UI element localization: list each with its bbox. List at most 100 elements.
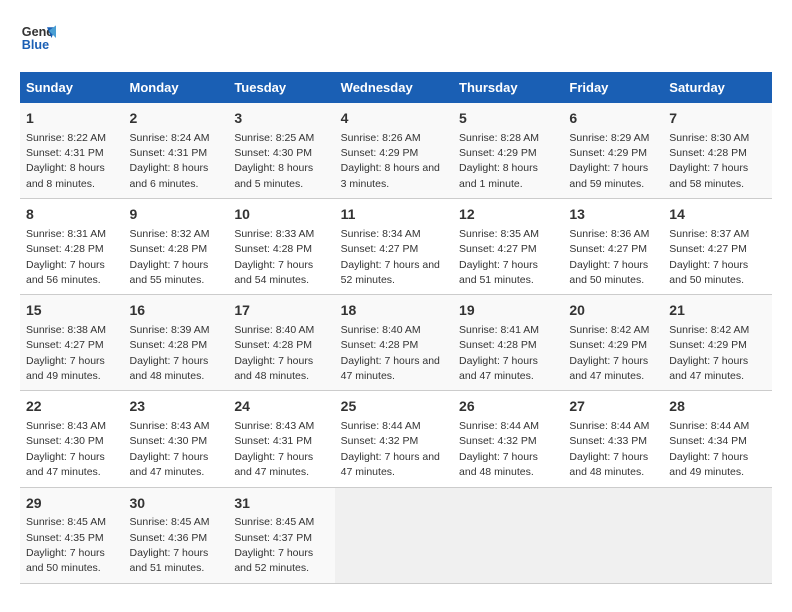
calendar-cell: 5 Sunrise: 8:28 AMSunset: 4:29 PMDayligh… [453, 103, 563, 199]
calendar-cell: 26 Sunrise: 8:44 AMSunset: 4:32 PMDaylig… [453, 391, 563, 487]
day-info: Sunrise: 8:42 AMSunset: 4:29 PMDaylight:… [669, 324, 749, 382]
svg-text:Blue: Blue [22, 38, 49, 52]
calendar-week-row: 22 Sunrise: 8:43 AMSunset: 4:30 PMDaylig… [20, 391, 772, 487]
day-number: 23 [130, 397, 223, 417]
day-number: 28 [669, 397, 766, 417]
day-number: 18 [341, 301, 447, 321]
day-info: Sunrise: 8:38 AMSunset: 4:27 PMDaylight:… [26, 324, 106, 382]
header-tuesday: Tuesday [228, 72, 334, 103]
day-number: 27 [569, 397, 657, 417]
calendar-cell: 2 Sunrise: 8:24 AMSunset: 4:31 PMDayligh… [124, 103, 229, 199]
calendar-cell: 23 Sunrise: 8:43 AMSunset: 4:30 PMDaylig… [124, 391, 229, 487]
calendar-cell [453, 487, 563, 583]
day-info: Sunrise: 8:40 AMSunset: 4:28 PMDaylight:… [341, 324, 440, 382]
calendar-cell: 12 Sunrise: 8:35 AMSunset: 4:27 PMDaylig… [453, 199, 563, 295]
day-info: Sunrise: 8:44 AMSunset: 4:32 PMDaylight:… [459, 420, 539, 478]
day-number: 20 [569, 301, 657, 321]
day-number: 19 [459, 301, 557, 321]
calendar-cell: 29 Sunrise: 8:45 AMSunset: 4:35 PMDaylig… [20, 487, 124, 583]
calendar-cell: 4 Sunrise: 8:26 AMSunset: 4:29 PMDayligh… [335, 103, 453, 199]
day-number: 3 [234, 109, 328, 129]
header-friday: Friday [563, 72, 663, 103]
day-info: Sunrise: 8:43 AMSunset: 4:30 PMDaylight:… [130, 420, 210, 478]
calendar-cell: 18 Sunrise: 8:40 AMSunset: 4:28 PMDaylig… [335, 295, 453, 391]
calendar-cell: 15 Sunrise: 8:38 AMSunset: 4:27 PMDaylig… [20, 295, 124, 391]
day-info: Sunrise: 8:34 AMSunset: 4:27 PMDaylight:… [341, 228, 440, 286]
day-info: Sunrise: 8:30 AMSunset: 4:28 PMDaylight:… [669, 132, 749, 190]
day-number: 16 [130, 301, 223, 321]
day-info: Sunrise: 8:25 AMSunset: 4:30 PMDaylight:… [234, 132, 314, 190]
day-number: 26 [459, 397, 557, 417]
calendar-cell: 16 Sunrise: 8:39 AMSunset: 4:28 PMDaylig… [124, 295, 229, 391]
day-info: Sunrise: 8:36 AMSunset: 4:27 PMDaylight:… [569, 228, 649, 286]
calendar-cell: 19 Sunrise: 8:41 AMSunset: 4:28 PMDaylig… [453, 295, 563, 391]
day-info: Sunrise: 8:39 AMSunset: 4:28 PMDaylight:… [130, 324, 210, 382]
day-info: Sunrise: 8:45 AMSunset: 4:37 PMDaylight:… [234, 516, 314, 574]
day-number: 14 [669, 205, 766, 225]
day-info: Sunrise: 8:33 AMSunset: 4:28 PMDaylight:… [234, 228, 314, 286]
day-info: Sunrise: 8:31 AMSunset: 4:28 PMDaylight:… [26, 228, 106, 286]
day-number: 2 [130, 109, 223, 129]
calendar-cell: 11 Sunrise: 8:34 AMSunset: 4:27 PMDaylig… [335, 199, 453, 295]
calendar-week-row: 15 Sunrise: 8:38 AMSunset: 4:27 PMDaylig… [20, 295, 772, 391]
day-number: 29 [26, 494, 118, 514]
calendar-cell: 21 Sunrise: 8:42 AMSunset: 4:29 PMDaylig… [663, 295, 772, 391]
day-info: Sunrise: 8:44 AMSunset: 4:32 PMDaylight:… [341, 420, 440, 478]
day-info: Sunrise: 8:35 AMSunset: 4:27 PMDaylight:… [459, 228, 539, 286]
header-wednesday: Wednesday [335, 72, 453, 103]
calendar-cell: 1 Sunrise: 8:22 AMSunset: 4:31 PMDayligh… [20, 103, 124, 199]
header-sunday: Sunday [20, 72, 124, 103]
day-info: Sunrise: 8:32 AMSunset: 4:28 PMDaylight:… [130, 228, 210, 286]
day-info: Sunrise: 8:43 AMSunset: 4:30 PMDaylight:… [26, 420, 106, 478]
calendar-cell: 24 Sunrise: 8:43 AMSunset: 4:31 PMDaylig… [228, 391, 334, 487]
calendar-cell: 22 Sunrise: 8:43 AMSunset: 4:30 PMDaylig… [20, 391, 124, 487]
day-number: 17 [234, 301, 328, 321]
day-info: Sunrise: 8:24 AMSunset: 4:31 PMDaylight:… [130, 132, 210, 190]
day-info: Sunrise: 8:26 AMSunset: 4:29 PMDaylight:… [341, 132, 440, 190]
day-number: 8 [26, 205, 118, 225]
day-number: 6 [569, 109, 657, 129]
calendar-cell: 8 Sunrise: 8:31 AMSunset: 4:28 PMDayligh… [20, 199, 124, 295]
calendar-cell: 30 Sunrise: 8:45 AMSunset: 4:36 PMDaylig… [124, 487, 229, 583]
calendar-cell: 14 Sunrise: 8:37 AMSunset: 4:27 PMDaylig… [663, 199, 772, 295]
calendar-cell: 27 Sunrise: 8:44 AMSunset: 4:33 PMDaylig… [563, 391, 663, 487]
calendar-cell: 13 Sunrise: 8:36 AMSunset: 4:27 PMDaylig… [563, 199, 663, 295]
calendar-week-row: 29 Sunrise: 8:45 AMSunset: 4:35 PMDaylig… [20, 487, 772, 583]
calendar-table: SundayMondayTuesdayWednesdayThursdayFrid… [20, 72, 772, 584]
day-number: 25 [341, 397, 447, 417]
header-thursday: Thursday [453, 72, 563, 103]
calendar-cell: 28 Sunrise: 8:44 AMSunset: 4:34 PMDaylig… [663, 391, 772, 487]
calendar-cell: 20 Sunrise: 8:42 AMSunset: 4:29 PMDaylig… [563, 295, 663, 391]
day-info: Sunrise: 8:43 AMSunset: 4:31 PMDaylight:… [234, 420, 314, 478]
calendar-header-row: SundayMondayTuesdayWednesdayThursdayFrid… [20, 72, 772, 103]
day-number: 11 [341, 205, 447, 225]
logo-icon: General Blue [20, 20, 56, 56]
day-info: Sunrise: 8:22 AMSunset: 4:31 PMDaylight:… [26, 132, 106, 190]
day-info: Sunrise: 8:44 AMSunset: 4:34 PMDaylight:… [669, 420, 749, 478]
calendar-cell: 7 Sunrise: 8:30 AMSunset: 4:28 PMDayligh… [663, 103, 772, 199]
day-number: 12 [459, 205, 557, 225]
day-number: 31 [234, 494, 328, 514]
day-info: Sunrise: 8:40 AMSunset: 4:28 PMDaylight:… [234, 324, 314, 382]
calendar-cell [335, 487, 453, 583]
day-number: 15 [26, 301, 118, 321]
day-number: 9 [130, 205, 223, 225]
day-number: 30 [130, 494, 223, 514]
day-number: 13 [569, 205, 657, 225]
header-saturday: Saturday [663, 72, 772, 103]
calendar-week-row: 8 Sunrise: 8:31 AMSunset: 4:28 PMDayligh… [20, 199, 772, 295]
calendar-cell [663, 487, 772, 583]
day-number: 10 [234, 205, 328, 225]
page-header: General Blue [20, 20, 772, 56]
calendar-week-row: 1 Sunrise: 8:22 AMSunset: 4:31 PMDayligh… [20, 103, 772, 199]
day-info: Sunrise: 8:42 AMSunset: 4:29 PMDaylight:… [569, 324, 649, 382]
calendar-cell: 25 Sunrise: 8:44 AMSunset: 4:32 PMDaylig… [335, 391, 453, 487]
day-info: Sunrise: 8:29 AMSunset: 4:29 PMDaylight:… [569, 132, 649, 190]
day-number: 5 [459, 109, 557, 129]
logo: General Blue [20, 20, 56, 56]
day-number: 21 [669, 301, 766, 321]
day-number: 4 [341, 109, 447, 129]
day-number: 24 [234, 397, 328, 417]
day-info: Sunrise: 8:37 AMSunset: 4:27 PMDaylight:… [669, 228, 749, 286]
day-info: Sunrise: 8:41 AMSunset: 4:28 PMDaylight:… [459, 324, 539, 382]
